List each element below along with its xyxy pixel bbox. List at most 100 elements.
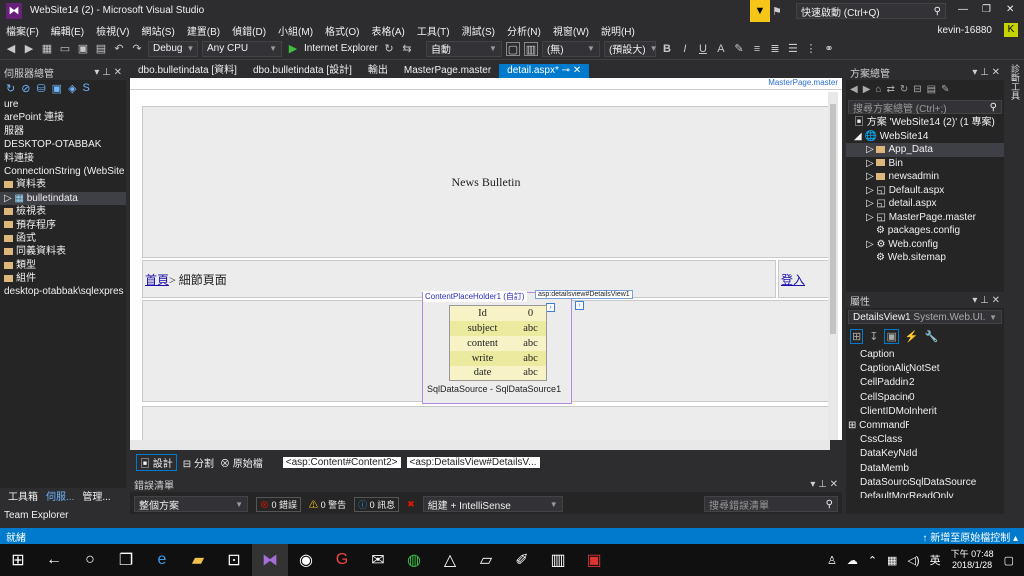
- media-icon[interactable]: ◉: [288, 544, 324, 576]
- bold-button[interactable]: B: [660, 42, 674, 56]
- minimize-button[interactable]: —: [958, 4, 968, 15]
- tree-item-tables[interactable]: 資料表: [0, 178, 126, 191]
- show-all-icon[interactable]: ▤: [927, 84, 936, 95]
- diagnostics-side-tab[interactable]: 診斷工具: [1006, 64, 1022, 124]
- menu-format[interactable]: 格式(O): [319, 23, 365, 38]
- panel-controls-icon[interactable]: ▾ ⊥ ✕: [810, 479, 838, 490]
- refresh-icon[interactable]: ↻: [382, 42, 396, 56]
- pin-icon[interactable]: ⊸: [562, 65, 570, 76]
- split-view-button[interactable]: ⊟ 分割: [183, 455, 214, 470]
- smart-tag-icon[interactable]: ›: [575, 301, 584, 310]
- font-color-icon[interactable]: A: [714, 42, 728, 56]
- collapse-icon[interactable]: ⊟: [913, 84, 921, 95]
- menu-website[interactable]: 網站(S): [135, 23, 180, 38]
- undo-icon[interactable]: ↶: [112, 42, 126, 56]
- warnings-filter-button[interactable]: ⚠ 0 警告: [309, 498, 346, 511]
- property-row[interactable]: ⊞ CommandRov: [846, 419, 1004, 433]
- history-icon[interactable]: ↻: [900, 84, 908, 95]
- config-select[interactable]: Debug ▼: [148, 40, 198, 57]
- property-row[interactable]: DataKeyNameId: [846, 447, 1004, 461]
- back-icon[interactable]: ◀: [4, 42, 18, 56]
- tree-item[interactable]: ConnectionString (WebSite: [0, 165, 126, 178]
- note-icon[interactable]: ▱: [468, 544, 504, 576]
- sharepoint-icon[interactable]: S: [83, 82, 90, 94]
- edge-icon[interactable]: e: [144, 544, 180, 576]
- file-explorer-icon[interactable]: ▰: [180, 544, 216, 576]
- platform-select[interactable]: Any CPU ▼: [202, 40, 282, 57]
- split-view-icon[interactable]: ▥: [523, 41, 538, 56]
- visual-studio-icon[interactable]: ⧓: [252, 544, 288, 576]
- details-view[interactable]: Id 0 subject abc content abc write abc date a…: [449, 305, 547, 381]
- tree-item[interactable]: desktop-otabbak\sqlexpres: [0, 285, 126, 298]
- menu-test[interactable]: 測試(S): [456, 23, 501, 38]
- forward-icon[interactable]: ▶: [22, 42, 36, 56]
- solution-item-default[interactable]: ▷ ◱ Default.aspx: [846, 184, 1004, 198]
- breadcrumb-home-link[interactable]: 首頁: [145, 271, 169, 288]
- solution-root[interactable]: ▣ 方案 'WebSite14 (2)' (1 專案): [846, 116, 1004, 130]
- tab-manage[interactable]: 管理...: [82, 488, 110, 503]
- italic-button[interactable]: I: [678, 42, 692, 56]
- events-icon[interactable]: ⚡: [905, 330, 919, 343]
- tree-item[interactable]: 料連接: [0, 152, 126, 165]
- line-icon[interactable]: ◍: [396, 544, 432, 576]
- menu-file[interactable]: 檔案(F): [0, 23, 45, 38]
- tree-item[interactable]: DESKTOP-OTABBAK: [0, 138, 126, 151]
- underline-button[interactable]: U: [696, 42, 710, 56]
- vlc-icon[interactable]: △: [432, 544, 468, 576]
- files-icon[interactable]: ▥: [540, 544, 576, 576]
- clear-filter-icon[interactable]: ✖: [407, 499, 415, 510]
- connect-server-icon[interactable]: ▣: [52, 82, 62, 95]
- list-icon[interactable]: ☰: [786, 42, 800, 56]
- tree-item-functions[interactable]: 函式: [0, 232, 126, 245]
- menu-view[interactable]: 檢視(V): [90, 23, 135, 38]
- back-arrow-icon[interactable]: ←: [36, 544, 72, 576]
- clock[interactable]: 下午 07:48 2018/1/28: [951, 549, 994, 571]
- panel-controls-icon[interactable]: ▾ ⊥ ✕: [972, 67, 1000, 78]
- tab-server[interactable]: 伺服...: [46, 488, 74, 503]
- solution-item-packages[interactable]: ⚙ packages.config: [846, 224, 1004, 238]
- categorized-icon[interactable]: ⊞: [850, 328, 864, 344]
- properties-object-select[interactable]: DetailsView1 System.Web.UI.We▼: [848, 310, 1002, 324]
- project-node[interactable]: ◢ 🌐 WebSite14: [846, 130, 1004, 144]
- close-tab-icon[interactable]: ✕: [573, 65, 581, 76]
- property-row[interactable]: CellPadding 2: [846, 376, 1004, 390]
- onedrive-icon[interactable]: ☁: [847, 554, 858, 567]
- quick-launch-input[interactable]: 快速啟動 (Ctrl+Q) ⚲: [796, 3, 946, 19]
- redo-icon[interactable]: ↷: [130, 42, 144, 56]
- run-button[interactable]: Internet Explorer: [304, 43, 378, 54]
- connect-db-icon[interactable]: ⛁: [36, 82, 45, 95]
- menu-help[interactable]: 說明(H): [595, 23, 641, 38]
- tab-masterpage[interactable]: MasterPage.master: [396, 64, 499, 78]
- maximize-button[interactable]: ❐: [982, 4, 991, 15]
- tab-bulletin-data[interactable]: dbo.bulletindata [資料]: [130, 64, 245, 78]
- paint-icon[interactable]: ✐: [504, 544, 540, 576]
- link-icon[interactable]: ⚭: [822, 42, 836, 56]
- save-icon[interactable]: ▣: [76, 42, 90, 56]
- menu-window[interactable]: 視窗(W): [547, 23, 595, 38]
- properties-view-icon[interactable]: ▣: [884, 328, 899, 344]
- errors-filter-button[interactable]: ⊗ 0 錯誤: [256, 496, 302, 512]
- property-row[interactable]: CaptionAlignNotSet: [846, 362, 1004, 376]
- solution-item-app-data[interactable]: ▷ App_Data: [846, 143, 1004, 157]
- menu-debug[interactable]: 偵錯(D): [226, 23, 272, 38]
- tree-item-assemblies[interactable]: 組件: [0, 272, 126, 285]
- build-filter-select[interactable]: 組建 + IntelliSense ▼: [422, 496, 563, 512]
- windows-start-icon[interactable]: ⊞: [0, 544, 36, 576]
- back-icon[interactable]: ◀: [850, 84, 858, 95]
- sync-icon[interactable]: ⇄: [886, 84, 894, 95]
- smart-tag-icon[interactable]: ›: [546, 303, 555, 312]
- team-explorer-tab[interactable]: Team Explorer: [4, 510, 68, 521]
- source-control-button[interactable]: ↑ 新增至原始檔控制 ▴: [922, 529, 1018, 544]
- property-row[interactable]: DataSourceIDSqlDataSource: [846, 476, 1004, 490]
- source-view-button[interactable]: ⊗ 原始檔: [220, 455, 263, 470]
- solution-item-detail[interactable]: ▷ ◱ detail.aspx: [846, 197, 1004, 211]
- content-placeholder[interactable]: ContentPlaceHolder1 (自訂) asp:detailsview…: [422, 290, 633, 404]
- app-icon[interactable]: ▣: [576, 544, 612, 576]
- sqldatasource-control[interactable]: SqlDataSource - SqlDataSource1: [427, 384, 561, 394]
- home-icon[interactable]: ⌂: [875, 84, 881, 95]
- login-link[interactable]: 登入: [781, 271, 805, 288]
- stop-icon[interactable]: ⊘: [21, 82, 30, 95]
- notification-center-icon[interactable]: ▢: [1004, 554, 1014, 567]
- align-left-icon[interactable]: ≡: [750, 42, 764, 56]
- master-page-label[interactable]: MasterPage.master: [768, 78, 838, 87]
